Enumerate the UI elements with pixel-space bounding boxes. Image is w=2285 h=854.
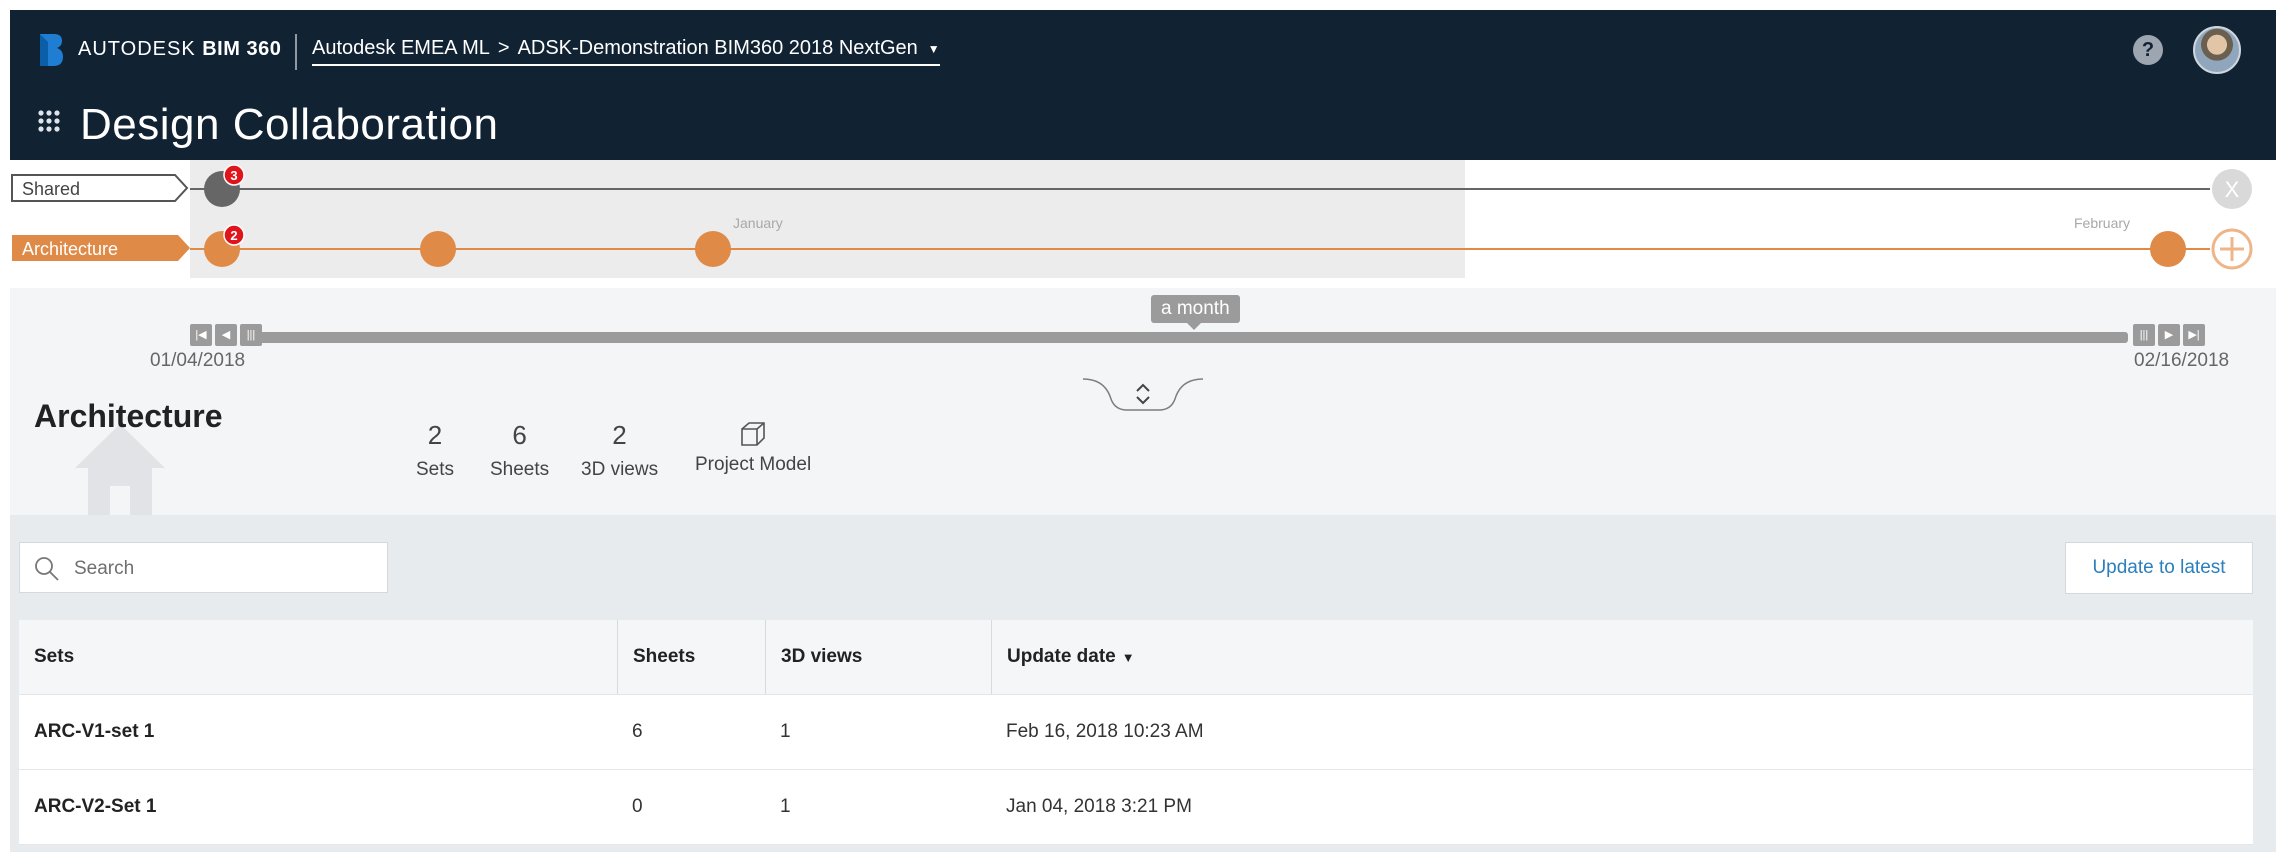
stat-sets-label: Sets xyxy=(416,459,455,480)
sets-panel: Update to latest Sets Sheets 3D views Up… xyxy=(10,515,2276,852)
search-input[interactable] xyxy=(72,555,376,583)
brand-name[interactable]: AUTODESK BIM 360 xyxy=(78,38,281,61)
app-grid-icon[interactable] xyxy=(38,110,60,132)
cell-3d-views: 1 xyxy=(780,796,791,817)
house-icon xyxy=(75,424,165,520)
stat-3d-views-label: 3D views xyxy=(581,459,659,480)
timeline-graphic: 3 2 X xyxy=(11,164,2253,270)
cell-sheets: 6 xyxy=(632,721,643,742)
table-header: Sets Sheets 3D views Update date ▼ xyxy=(19,620,2253,695)
cell-3d-views: 1 xyxy=(780,721,791,742)
cell-set-name[interactable]: ARC-V2-Set 1 xyxy=(19,770,156,844)
cell-update-date: Feb 16, 2018 10:23 AM xyxy=(1006,721,1204,742)
architecture-node xyxy=(695,231,731,267)
stat-3d-views[interactable]: 2 3D views xyxy=(581,420,658,481)
step-back-button[interactable]: ◀ xyxy=(215,324,237,346)
package-title: Architecture xyxy=(34,398,223,434)
architecture-node xyxy=(420,231,456,267)
column-header-3d-views[interactable]: 3D views xyxy=(765,620,991,694)
breadcrumb[interactable]: Autodesk EMEA ML > ADSK-Demonstration BIM3… xyxy=(312,37,940,66)
track-tag-architecture[interactable]: Architecture xyxy=(12,236,172,262)
package-summary: Architecture 2 Sets 6 Sheets 2 3D views … xyxy=(10,380,2276,520)
update-to-latest-button[interactable]: Update to latest xyxy=(2065,542,2253,594)
month-label: January xyxy=(733,215,783,231)
search-box[interactable] xyxy=(19,542,388,593)
jump-start-button[interactable]: |◀ xyxy=(190,324,212,346)
table-row[interactable]: ARC-V1-set 1 6 1 Feb 16, 2018 10:23 AM xyxy=(19,695,2253,770)
range-start-handle[interactable]: ||| xyxy=(240,324,262,346)
project-dropdown-icon[interactable]: ▼ xyxy=(928,42,940,56)
stat-3d-views-value: 2 xyxy=(612,420,627,450)
sets-table: Sets Sheets 3D views Update date ▼ ARC-V1… xyxy=(19,620,2253,845)
brand-prefix: AUTODESK xyxy=(78,38,196,60)
range-end-handle[interactable]: ||| xyxy=(2133,324,2155,346)
add-icon[interactable] xyxy=(2211,228,2253,270)
range-start-date: 01/04/2018 xyxy=(150,350,246,371)
stat-sheets-value: 6 xyxy=(512,420,527,450)
page-title: Design Collaboration xyxy=(80,100,499,149)
cell-sheets: 0 xyxy=(632,796,643,817)
stat-sheets[interactable]: 6 Sheets xyxy=(490,420,549,481)
stat-sets[interactable]: 2 Sets xyxy=(416,420,454,481)
shared-badge: 3 xyxy=(230,168,237,183)
cube-icon xyxy=(741,422,765,446)
column-header-sets[interactable]: Sets xyxy=(19,620,617,694)
track-tag-shared[interactable]: Shared xyxy=(12,176,162,202)
search-icon xyxy=(35,557,59,581)
package-timeline: 3 2 X Shared Architecture January Februa… xyxy=(10,160,2276,288)
breadcrumb-separator: > xyxy=(497,37,510,59)
step-forward-button[interactable]: ▶ xyxy=(2158,324,2180,346)
cell-set-name[interactable]: ARC-V1-set 1 xyxy=(19,695,154,769)
architecture-node xyxy=(2150,231,2186,267)
stat-project-model-label: Project Model xyxy=(695,454,812,475)
chevron-down-icon: ▼ xyxy=(1121,650,1135,665)
architecture-badge: 2 xyxy=(230,228,237,243)
autodesk-b-logo-icon[interactable] xyxy=(38,32,64,68)
app-frame: AUTODESK BIM 360 Autodesk EMEA ML > ADSK-D… xyxy=(10,10,2276,852)
column-header-update-date[interactable]: Update date ▼ xyxy=(991,620,1391,694)
stat-sheets-label: Sheets xyxy=(490,459,550,480)
breadcrumb-project[interactable]: ADSK-Demonstration BIM360 2018 NextGen xyxy=(518,37,918,59)
range-label: a month xyxy=(1151,295,1240,330)
avatar[interactable] xyxy=(2193,26,2241,74)
brand-product: BIM 360 xyxy=(202,38,282,60)
close-label: X xyxy=(2225,177,2240,202)
stat-sets-value: 2 xyxy=(427,420,443,450)
slider-track[interactable] xyxy=(258,332,2128,343)
month-label: February xyxy=(2074,215,2131,231)
column-header-sheets[interactable]: Sheets xyxy=(617,620,765,694)
close-icon[interactable]: X xyxy=(2212,169,2252,209)
breadcrumb-account[interactable]: Autodesk EMEA ML xyxy=(312,37,490,59)
top-bar: AUTODESK BIM 360 Autodesk EMEA ML > ADSK-D… xyxy=(10,10,2276,160)
range-end-date: 02/16/2018 xyxy=(2134,350,2230,371)
stat-project-model[interactable]: Project Model xyxy=(695,420,811,476)
table-row[interactable]: ARC-V2-Set 1 0 1 Jan 04, 2018 3:21 PM xyxy=(19,770,2253,845)
column-header-update-date-label: Update date xyxy=(1007,646,1116,667)
header-divider xyxy=(295,34,297,70)
cell-update-date: Jan 04, 2018 3:21 PM xyxy=(1006,796,1192,817)
help-icon[interactable]: ? xyxy=(2133,35,2163,65)
jump-end-button[interactable]: ▶| xyxy=(2183,324,2205,346)
